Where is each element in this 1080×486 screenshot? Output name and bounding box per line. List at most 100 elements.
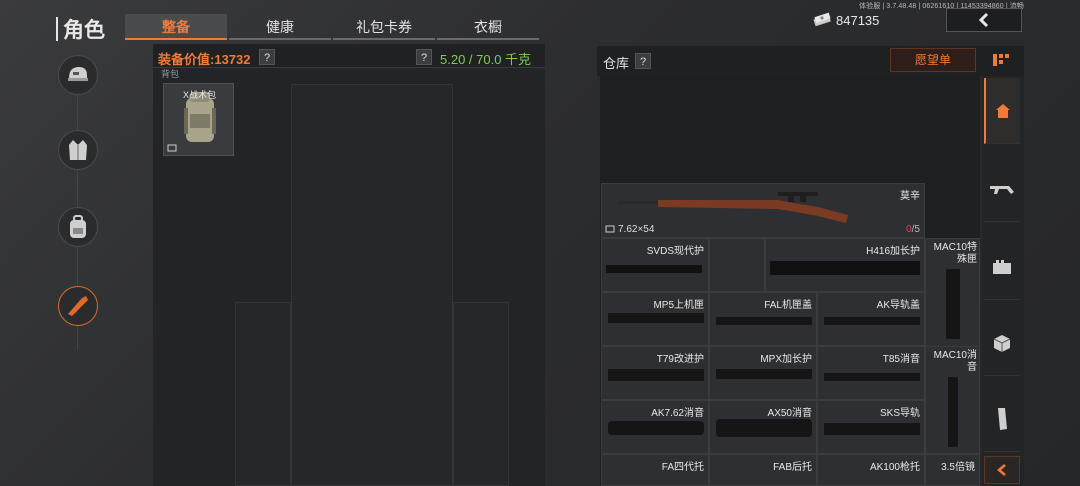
back-button[interactable] [946,8,1022,32]
warehouse-item-name: MAC10消音 [933,350,977,373]
part-image [946,269,960,339]
home-icon [996,103,1010,118]
part-image [716,317,812,325]
backpack-grid-right [453,302,509,486]
part-image [824,373,920,381]
warehouse-item-name: SKS导轨 [879,408,920,419]
warehouse-item-name: SVDS现代护 [646,246,704,257]
vest-icon [69,140,87,160]
warehouse-help-button[interactable]: ? [635,53,651,69]
warehouse-item-name: MPX加长护 [760,354,812,365]
warehouse-item[interactable]: AX50消音 [709,400,817,454]
part-image [606,265,702,273]
part-image [608,369,704,381]
warehouse-item-name: H416加长护 [866,246,920,257]
chevron-left-icon [978,12,989,28]
category-rifle[interactable] [984,156,1020,222]
crate-icon [993,334,1011,352]
sidebar-item-backpack[interactable] [58,207,98,247]
item-type-icon [167,144,177,152]
helmet-icon [68,67,88,81]
magazine-icon [998,407,1007,430]
warehouse-item-name: FAB后托 [773,462,812,473]
part-image [716,369,812,379]
part-image [770,261,920,275]
collapse-left-icon [997,464,1006,476]
ammo-box-icon [993,259,1011,274]
warehouse-item[interactable]: T79改进护 [601,346,709,400]
warehouse-item[interactable]: SKS导轨 [817,400,925,454]
weight-text: 5.20 / 70.0 千克 [440,52,532,67]
warehouse-item-name: MP5上机匣 [653,300,704,311]
warehouse-item-name: FA四代托 [661,462,704,473]
part-image [824,317,920,325]
warehouse-item-name: AK7.62消音 [651,408,704,419]
part-image [824,423,920,435]
equipment-value-help-button[interactable]: ? [259,49,275,65]
backpack-item-name: X战术包 [183,90,217,100]
ammo-icon [605,225,615,233]
page-title: 角色 [63,19,105,42]
warehouse-item[interactable]: SVDS现代护 [601,238,709,292]
title-bar [56,17,58,41]
warehouse-item[interactable]: FAL机匣盖 [709,292,817,346]
backpack-grid-left [235,302,291,486]
tab-health[interactable]: 健康 [229,14,331,40]
warehouse-item-tall[interactable]: MAC10消音 [925,346,980,454]
category-home[interactable] [984,78,1020,144]
ammo-caliber: 7.62×54 [618,224,655,235]
currency-value: 847135 [836,13,880,28]
rifle-image [618,192,848,223]
warehouse-item-name: AX50消音 [767,408,812,419]
warehouse-item[interactable]: T85消音 [817,346,925,400]
warehouse-item-name: AK导轨盖 [876,300,920,311]
backpack-icon [70,215,86,238]
category-ammo[interactable] [984,234,1020,300]
ammo-count-total: /5 [911,224,920,235]
warehouse-item[interactable]: 3.5倍镜 [925,454,980,486]
warehouse-title: 仓库 [603,56,630,71]
warehouse-item-name: T79改进护 [656,354,704,365]
warehouse-item-name: MAC10特殊匣 [933,242,977,265]
warehouse-item-empty [709,238,765,292]
equipment-value: 装备价值:13732 [158,49,251,68]
ammo-count: 0/5 [906,224,920,235]
tab-equip[interactable]: 整备 [125,14,227,40]
page-title-group: 角色 [56,14,105,44]
warehouse-item[interactable]: MPX加长护 [709,346,817,400]
warehouse-item-name: FAL机匣盖 [764,300,812,311]
warehouse-item[interactable]: FAB后托 [709,454,817,486]
weight-help-button[interactable]: ? [416,49,432,65]
sidebar-item-vest[interactable] [58,130,98,170]
part-image [608,313,704,323]
sidebar-item-weapon[interactable] [58,286,98,326]
equipment-value-number: 13732 [214,52,251,67]
category-magazine[interactable] [984,386,1020,452]
part-image [608,421,704,435]
warehouse-item-featured[interactable]: 莫辛 7.62×54 0/5 [601,183,925,238]
sort-icon[interactable] [992,53,1014,67]
tab-wardrobe[interactable]: 衣橱 [437,14,539,40]
equipment-value-label: 装备价值: [158,52,215,67]
category-crate[interactable] [984,310,1020,376]
warehouse-item-featured-name: 莫辛 [900,191,920,202]
warehouse-item-name: AK100枪托 [869,462,920,473]
warehouse-item-name: 3.5倍镜 [941,462,975,473]
backpack-section-label: 背包 [161,69,180,79]
warehouse-item[interactable]: AK100枪托 [817,454,925,486]
warehouse-item[interactable]: AK导轨盖 [817,292,925,346]
part-image [716,419,812,437]
wishlist-button[interactable]: 愿望单 [890,48,976,72]
warehouse-item[interactable]: AK7.62消音 [601,400,709,454]
warehouse-item[interactable]: MP5上机匣 [601,292,709,346]
warehouse-item-name: T85消音 [882,354,920,365]
warehouse-item[interactable]: H416加长护 [765,238,925,292]
tab-gift-coupons[interactable]: 礼包卡券 [333,14,435,40]
warehouse-item[interactable]: FA四代托 [601,454,709,486]
collapse-button[interactable] [984,456,1020,484]
cash-stack-icon [813,12,831,26]
sidebar-item-helmet[interactable] [58,55,98,95]
weapon-icon [68,296,88,316]
rifle-icon [990,185,1014,194]
backpack-grid [291,84,453,486]
